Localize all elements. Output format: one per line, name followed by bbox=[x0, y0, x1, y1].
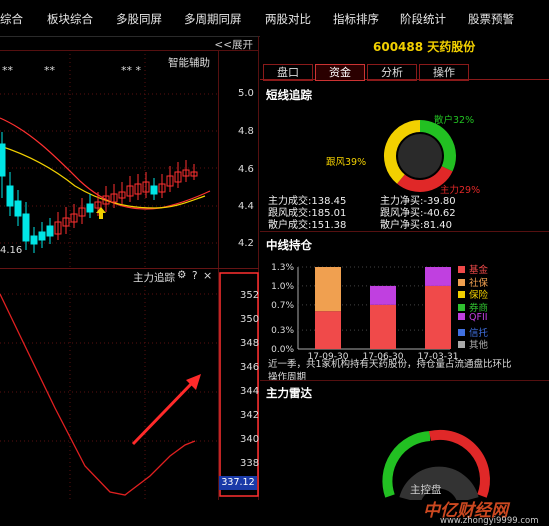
legend-item: 其他 bbox=[458, 337, 488, 351]
holding-bar-chart: 1.3%1.0%0.7%0.3%0.0%17-09-30 17-06-30 17-0… bbox=[271, 263, 458, 361]
flow-stat-label: 散户净买: bbox=[380, 220, 424, 231]
bar-segment bbox=[315, 267, 341, 312]
lower-indicator-title: 主力追踪 bbox=[133, 272, 175, 284]
legend-swatch bbox=[458, 303, 465, 311]
stock-info-panel: 600488 天药股份 盘口 资金 分析 操作 短线追踪 散户32% 主力29%… bbox=[260, 36, 549, 526]
holding-note: 近一季，共1家机构持有天药股份，持仓量占流通盘比环比 bbox=[268, 359, 512, 370]
menu-item-multi-period[interactable]: 多周期同屏 bbox=[184, 11, 242, 27]
mid-term-title: 中线持仓 bbox=[266, 238, 312, 252]
menu-item-compare[interactable]: 两股对比 bbox=[265, 11, 311, 27]
y-tick-label: 1.0% bbox=[271, 282, 294, 292]
tab-analysis[interactable]: 分析 bbox=[367, 64, 417, 81]
legend-swatch bbox=[458, 341, 465, 348]
radar-label: 主控盘 bbox=[410, 484, 442, 496]
lower-tick: 352 bbox=[240, 290, 260, 301]
menu-item-stage-stats[interactable]: 阶段统计 bbox=[400, 11, 446, 27]
price-tick: 4.6 bbox=[238, 164, 254, 175]
candle-body bbox=[150, 185, 158, 195]
y-tick-label: 1.3% bbox=[271, 263, 294, 273]
candle-body bbox=[6, 185, 14, 207]
candle-body bbox=[0, 143, 6, 177]
legend-swatch bbox=[458, 328, 465, 336]
candle-body bbox=[30, 235, 38, 245]
donut-label-follow: 跟风39% bbox=[326, 157, 367, 168]
menu-item-stock-alert[interactable]: 股票预警 bbox=[468, 11, 514, 27]
flow-stat-value: 151.38 bbox=[311, 220, 347, 231]
flow-stat: 散户净买:81.40 bbox=[380, 216, 452, 231]
flow-stat-label: 散户成交: bbox=[268, 220, 312, 231]
bar-segment bbox=[370, 304, 396, 349]
current-value-badge: 337.12 bbox=[219, 476, 257, 490]
candle-body bbox=[38, 231, 46, 241]
stock-name: 天药股份 bbox=[427, 40, 476, 54]
donut-hole bbox=[398, 134, 442, 178]
y-tick-label: 0.3% bbox=[271, 326, 294, 336]
candle-body bbox=[14, 200, 22, 217]
watermark-url: www.zhongyi9999.com bbox=[440, 516, 539, 526]
price-tick: 5.0 bbox=[238, 88, 254, 99]
low-price-label: 4.16 bbox=[0, 245, 23, 256]
top-menu-bar: 综合 板块综合 多股同屏 多周期同屏 两股对比 指标排序 阶段统计 股票预警 bbox=[0, 0, 549, 37]
menu-item-indicator-sort[interactable]: 指标排序 bbox=[333, 11, 379, 27]
lower-tick: 348 bbox=[240, 338, 260, 349]
help-icon[interactable]: ? bbox=[192, 270, 198, 282]
kline-svg bbox=[0, 36, 259, 500]
flow-stat-value: 81.40 bbox=[423, 220, 453, 231]
bar-segment bbox=[425, 267, 451, 286]
lower-tick: 350 bbox=[240, 314, 260, 325]
bar-segment bbox=[425, 285, 451, 349]
candle-body bbox=[86, 203, 94, 213]
y-tick-label: 0.7% bbox=[271, 301, 294, 311]
lower-tick: 338 bbox=[240, 458, 260, 469]
menu-item-multi-stock[interactable]: 多股同屏 bbox=[116, 11, 162, 27]
price-tick: 4.4 bbox=[238, 201, 254, 212]
bar-segment bbox=[370, 285, 396, 305]
candle-body bbox=[46, 225, 54, 237]
lower-tick: 342 bbox=[240, 410, 260, 421]
kline-chart-panel[interactable]: <<展开 智能辅助 ** ** ** * 5.0 4.8 4.6 4.4 4.2… bbox=[0, 36, 259, 500]
gear-icon[interactable]: ⚙ bbox=[177, 269, 186, 281]
legend-item: QFII bbox=[458, 312, 488, 323]
candle-body bbox=[22, 213, 30, 242]
lower-tick: 346 bbox=[240, 362, 260, 373]
legend-label: QFII bbox=[469, 312, 488, 323]
legend-swatch bbox=[458, 291, 465, 298]
menu-item-overview[interactable]: 综合 bbox=[0, 11, 23, 27]
price-tick: 4.8 bbox=[238, 126, 254, 137]
legend-label: 其他 bbox=[469, 340, 489, 351]
price-tick: 4.2 bbox=[238, 238, 254, 249]
legend-swatch bbox=[458, 278, 465, 286]
tab-operation[interactable]: 操作 bbox=[419, 64, 469, 81]
candles bbox=[0, 132, 198, 253]
flow-stat: 散户成交:151.38 bbox=[268, 216, 346, 231]
donut-label-retail: 散户32% bbox=[434, 115, 475, 126]
legend-swatch bbox=[458, 266, 465, 273]
tab-handicap[interactable]: 盘口 bbox=[263, 64, 313, 81]
bar-segment bbox=[315, 311, 341, 349]
stock-title: 600488 天药股份 bbox=[373, 38, 475, 55]
menu-item-sector[interactable]: 板块综合 bbox=[47, 11, 93, 27]
close-icon[interactable]: × bbox=[203, 269, 212, 282]
radar-title: 主力雷达 bbox=[266, 386, 312, 400]
legend-swatch bbox=[458, 313, 465, 320]
short-term-title: 短线追踪 bbox=[266, 88, 312, 102]
tab-capital[interactable]: 资金 bbox=[315, 64, 365, 81]
y-tick-label: 0.0% bbox=[271, 345, 294, 355]
lower-tick: 344 bbox=[240, 386, 260, 397]
lower-tick: 340 bbox=[240, 434, 260, 445]
stock-code: 600488 bbox=[373, 40, 424, 54]
